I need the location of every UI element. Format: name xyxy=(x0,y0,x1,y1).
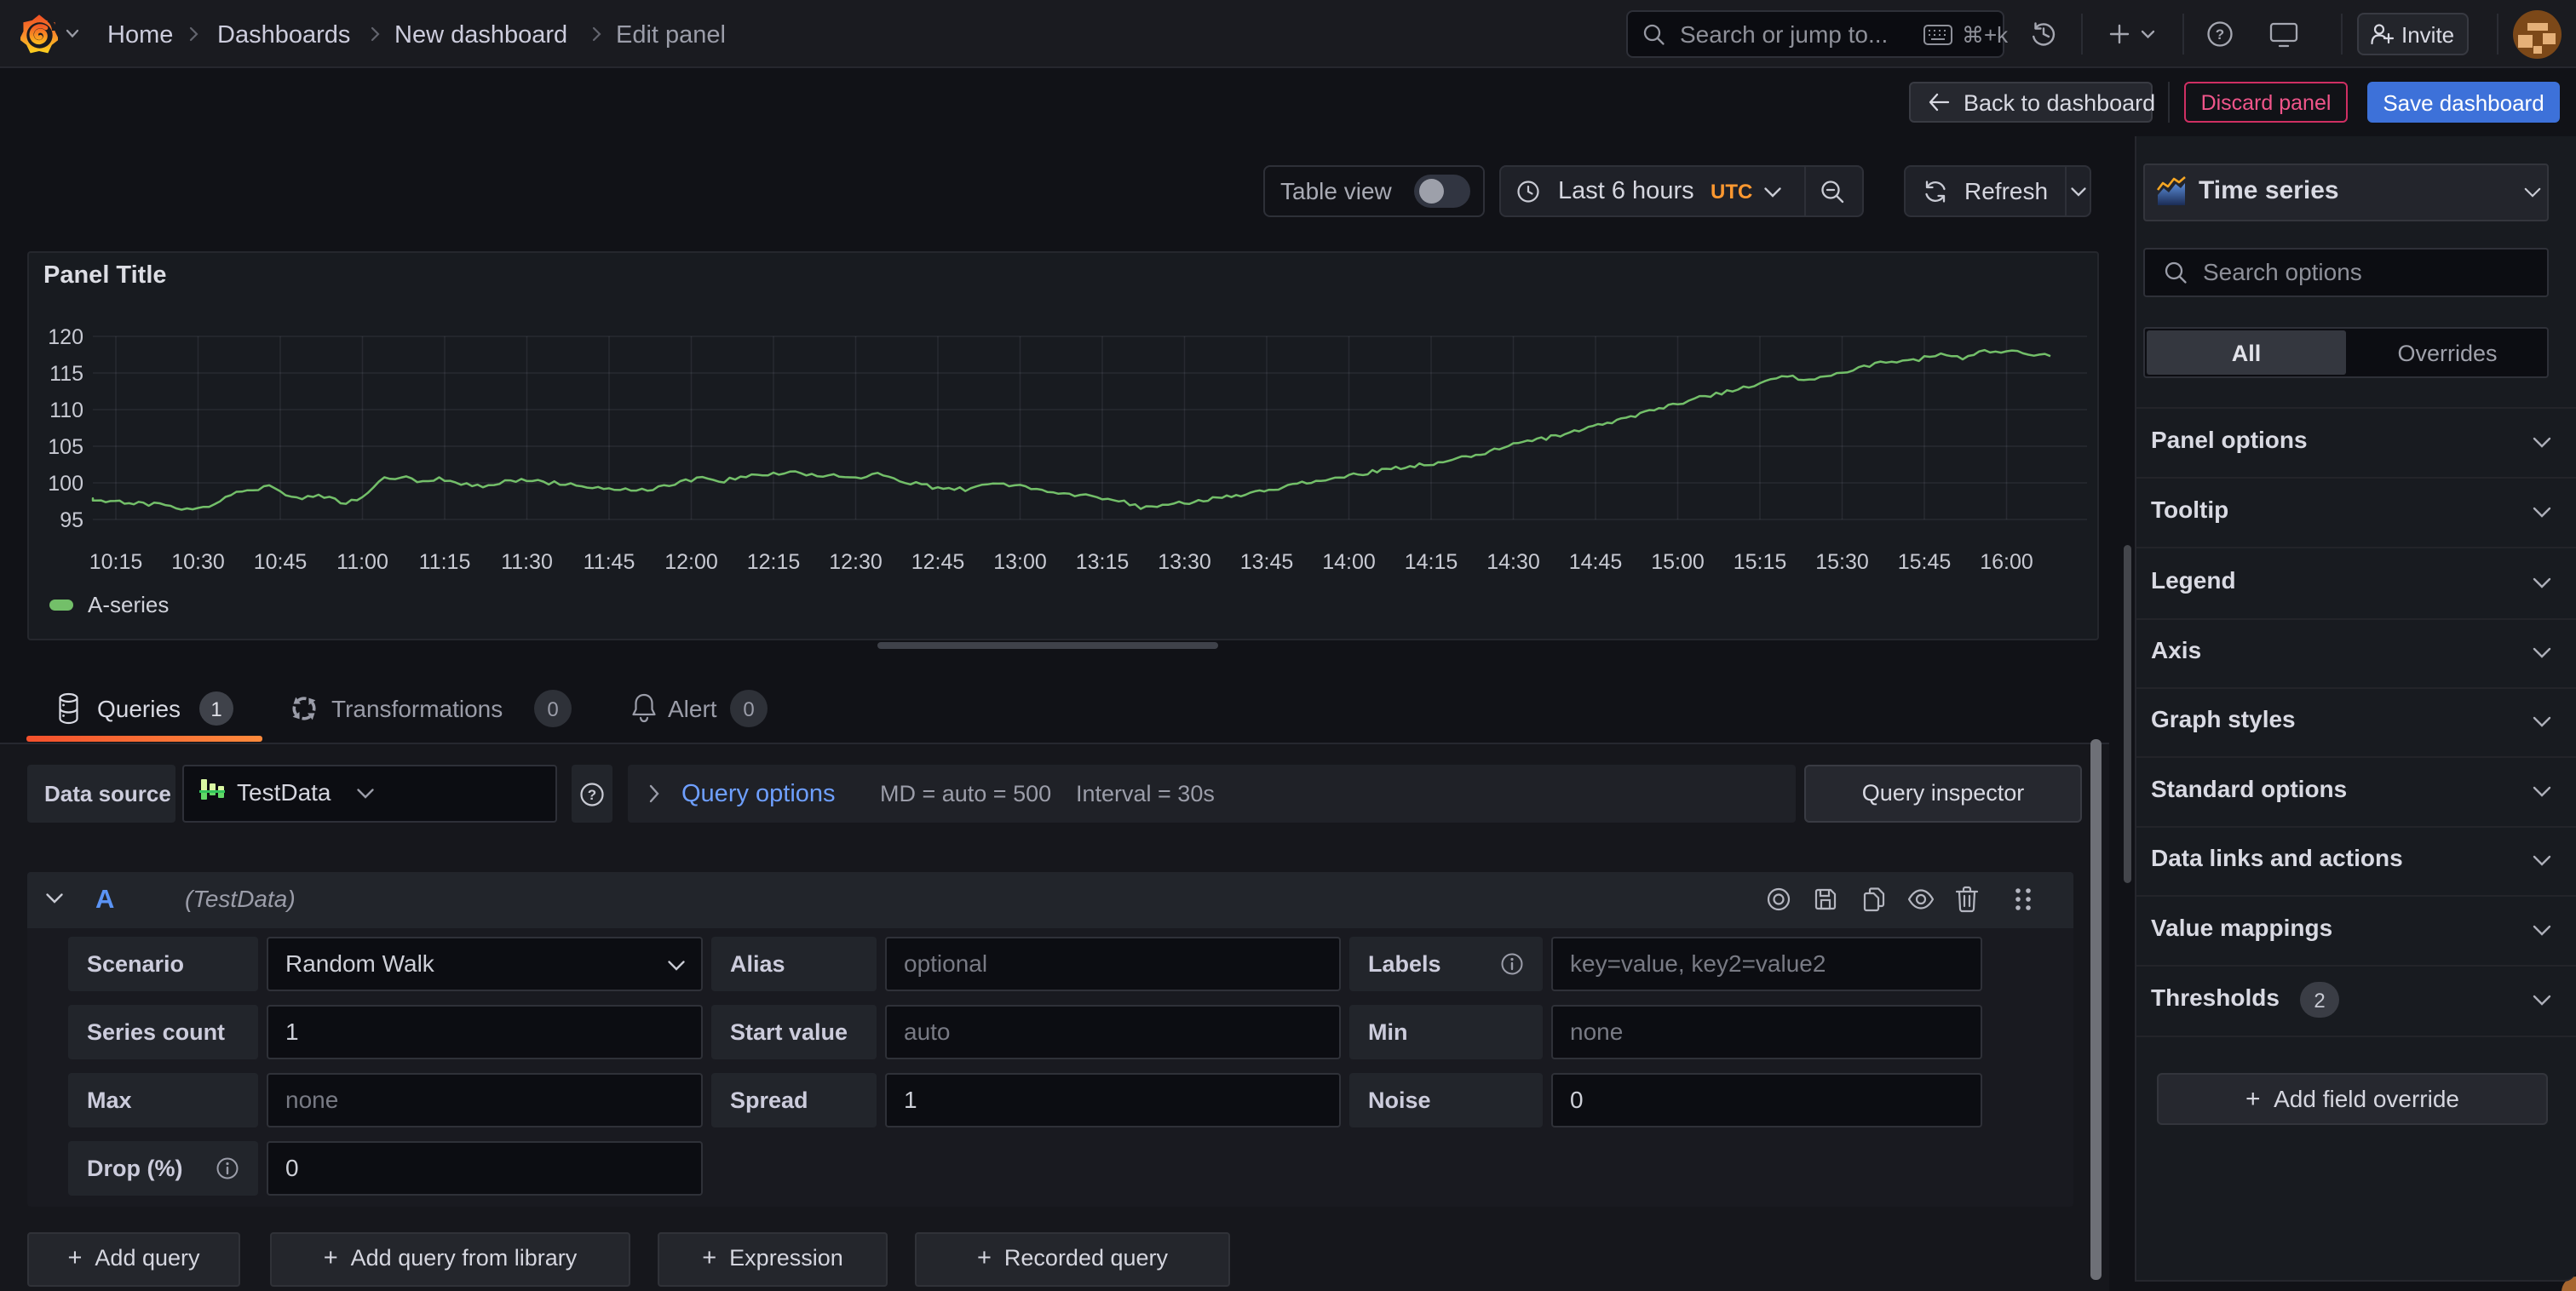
svg-text:?: ? xyxy=(2216,26,2224,43)
svg-text:?: ? xyxy=(588,787,596,803)
